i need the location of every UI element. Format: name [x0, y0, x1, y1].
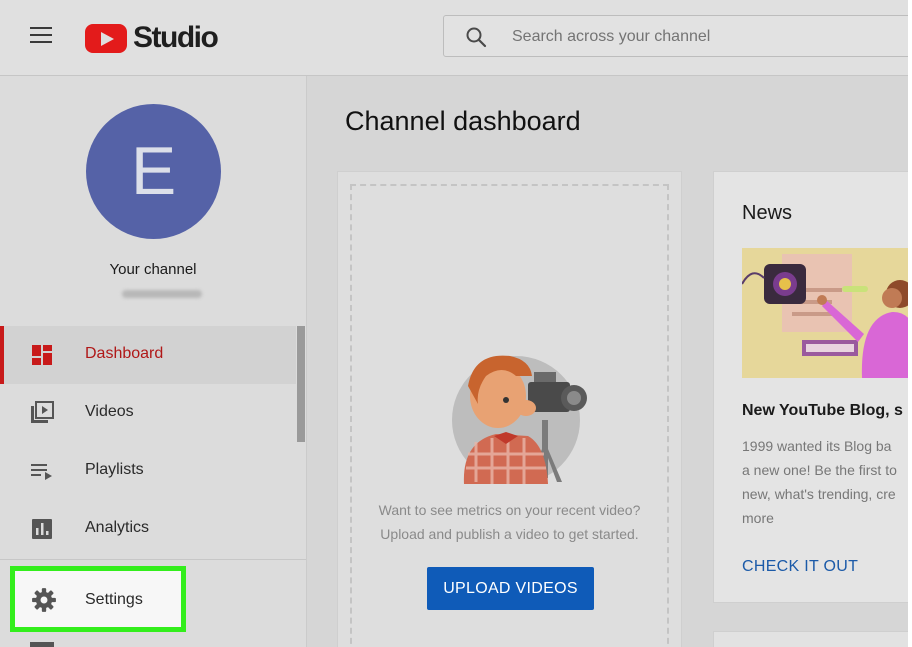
youtube-play-icon	[85, 23, 127, 53]
channel-avatar[interactable]: E	[86, 104, 221, 239]
news-title: News	[742, 202, 793, 224]
sidebar-item-label: Analytics	[85, 519, 150, 536]
youtube-studio-window: Studio E Your channel Dashboard	[0, 0, 908, 647]
sidebar-item-label: Dashboard	[85, 345, 164, 362]
search-box[interactable]	[443, 15, 908, 57]
sidebar-divider	[0, 559, 306, 560]
sidebar-item-settings[interactable]: Settings	[10, 566, 186, 632]
sidebar-item-videos[interactable]: Videos	[0, 384, 296, 442]
dashboard-icon	[32, 345, 52, 365]
analytics-icon	[32, 519, 52, 539]
sidebar-item-label: Videos	[85, 403, 134, 420]
sidebar-item-analytics[interactable]: Analytics	[0, 500, 296, 558]
camera-person-illustration	[452, 355, 587, 484]
sidebar-scrollbar[interactable]	[297, 326, 305, 442]
sidebar: E Your channel Dashboard Videos Playlist…	[0, 76, 307, 647]
gear-icon	[32, 588, 56, 612]
upload-prompt-text: Want to see metrics on your recent video…	[338, 498, 681, 546]
channel-handle-redacted	[122, 290, 202, 298]
feedback-icon[interactable]	[30, 642, 54, 647]
main-content: Channel dashboard Want to see metrics on…	[307, 76, 908, 647]
your-channel-label: Your channel	[109, 261, 197, 278]
sidebar-item-label: Settings	[85, 591, 143, 608]
search-icon[interactable]	[464, 25, 488, 49]
menu-icon[interactable]	[30, 27, 54, 47]
active-indicator	[0, 326, 4, 384]
news-headline[interactable]: New YouTube Blog, s	[742, 402, 908, 420]
upload-card: Want to see metrics on your recent video…	[337, 171, 682, 647]
studio-logo[interactable]: Studio	[85, 20, 219, 56]
news-blog-illustration[interactable]	[742, 248, 908, 378]
playlists-icon	[31, 464, 52, 480]
news-card: News New YouTube Blog, s 1999 wanted its…	[713, 171, 908, 603]
upload-videos-button[interactable]: UPLOAD VIDEOS	[427, 567, 594, 610]
top-app-bar: Studio	[0, 0, 908, 76]
page-title: Channel dashboard	[345, 106, 581, 136]
search-input[interactable]	[510, 24, 894, 50]
sidebar-item-playlists[interactable]: Playlists	[0, 442, 296, 500]
check-it-out-link[interactable]: CHECK IT OUT	[742, 558, 858, 576]
secondary-card	[713, 631, 908, 647]
videos-icon	[31, 401, 54, 423]
sidebar-item-dashboard[interactable]: Dashboard	[0, 326, 296, 384]
upload-prompt-line1: Want to see metrics on your recent video…	[378, 502, 641, 518]
logo-text: Studio	[133, 21, 219, 54]
news-body: 1999 wanted its Blog ba a new one! Be th…	[742, 438, 897, 526]
sidebar-item-label: Playlists	[85, 461, 144, 478]
upload-prompt-line2: Upload and publish a video to get starte…	[380, 526, 639, 542]
